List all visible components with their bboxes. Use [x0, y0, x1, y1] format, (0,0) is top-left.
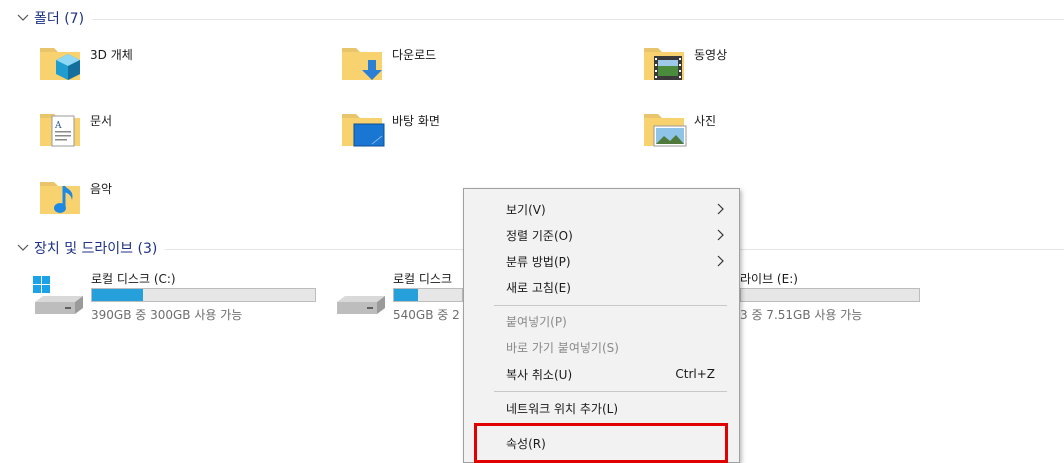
music-folder-icon	[40, 182, 80, 214]
chevron-down-icon	[17, 14, 29, 21]
folder-label: 사진	[694, 114, 717, 128]
menu-separator	[494, 305, 727, 306]
pictures-folder-icon	[644, 114, 687, 147]
drive-usage-text: 540GB 중 2	[393, 308, 460, 322]
menu-item-view[interactable]: 보기(V)	[466, 197, 737, 221]
folder-3d-objects[interactable]: 3D 개체	[36, 38, 133, 94]
folder-label: 3D 개체	[90, 48, 133, 62]
drive-usage-bar	[393, 288, 463, 302]
menu-item-label: 정렬 기준(O)	[506, 228, 573, 243]
menu-item-sort-by[interactable]: 정렬 기준(O)	[466, 223, 737, 247]
drive-usage-text: 390GB 중 300GB 사용 가능	[91, 308, 243, 322]
menu-item-refresh[interactable]: 새로 고침(E)	[466, 275, 737, 299]
folder-pictures[interactable]: 사진	[640, 104, 716, 160]
drives-group-title: 장치 및 드라이브 (3)	[34, 241, 158, 257]
group-divider	[92, 18, 1064, 20]
menu-item-label: 보기(V)	[506, 202, 546, 217]
folder-label: 문서	[90, 114, 113, 128]
drive-item-c[interactable]: 로컬 디스크 (C:) 390GB 중 300GB 사용 가능	[31, 268, 331, 324]
menu-item-label: 붙여넣기(P)	[506, 314, 567, 329]
menu-item-group-by[interactable]: 분류 방법(P)	[466, 249, 737, 273]
context-menu: 보기(V) 정렬 기준(O) 분류 방법(P) 새로 고침(E) 붙여넣기(P)…	[463, 188, 740, 463]
system-drive-icon	[33, 276, 83, 314]
folder-label: 동영상	[694, 48, 728, 62]
menu-item-shortcut: Ctrl+Z	[675, 367, 715, 381]
folders-group-header[interactable]: 폴더 (7)	[16, 8, 1064, 28]
drive-name: 로컬 디스크	[393, 272, 453, 286]
menu-item-paste-shortcut[interactable]: 바로 가기 붙여넣기(S)	[466, 335, 737, 359]
drive-usage-bar	[91, 288, 316, 302]
drive-name: 라이브 (E:)	[740, 272, 798, 286]
3d-objects-folder-icon	[40, 48, 80, 80]
drive-usage-bar	[740, 288, 920, 302]
menu-separator	[494, 391, 727, 392]
folder-label: 다운로드	[392, 48, 437, 62]
highlight-box	[474, 423, 728, 463]
drive-item-d[interactable]: 로컬 디스크 540GB 중 2	[333, 268, 463, 324]
menu-item-label: 새로 고침(E)	[506, 280, 571, 295]
drive-usage-text: 3 중 7.51GB 사용 가능	[740, 308, 863, 322]
downloads-folder-icon	[342, 48, 382, 80]
chevron-right-icon	[717, 255, 724, 267]
folder-videos[interactable]: 동영상	[640, 38, 727, 94]
chevron-right-icon	[717, 229, 724, 241]
folder-label: 바탕 화면	[392, 114, 440, 128]
drive-name: 로컬 디스크 (C:)	[91, 272, 176, 286]
menu-item-label: 바로 가기 붙여넣기(S)	[506, 340, 619, 355]
folders-group-title: 폴더 (7)	[34, 11, 85, 27]
menu-item-label: 네트워크 위치 추가(L)	[506, 401, 618, 416]
videos-folder-icon	[644, 48, 684, 80]
desktop-folder-icon	[342, 114, 385, 147]
folder-desktop[interactable]: 바탕 화면	[338, 104, 440, 160]
drive-icon	[337, 296, 385, 314]
menu-item-label: 분류 방법(P)	[506, 254, 571, 269]
chevron-down-icon	[17, 244, 29, 251]
drive-usage-fill	[394, 289, 418, 301]
menu-item-paste[interactable]: 붙여넣기(P)	[466, 309, 737, 333]
folder-music[interactable]: 음악	[36, 172, 112, 228]
menu-item-label: 복사 취소(U)	[506, 367, 573, 382]
menu-item-add-network-location[interactable]: 네트워크 위치 추가(L)	[466, 396, 737, 420]
menu-item-undo-copy[interactable]: 복사 취소(U) Ctrl+Z	[466, 362, 737, 386]
drive-usage-fill	[92, 289, 144, 301]
folder-documents[interactable]: A 문서	[36, 104, 112, 160]
folder-downloads[interactable]: 다운로드	[338, 38, 436, 94]
chevron-right-icon	[717, 203, 724, 215]
folder-label: 음악	[90, 182, 113, 196]
svg-text:A: A	[54, 121, 62, 131]
documents-folder-icon: A	[40, 114, 80, 147]
